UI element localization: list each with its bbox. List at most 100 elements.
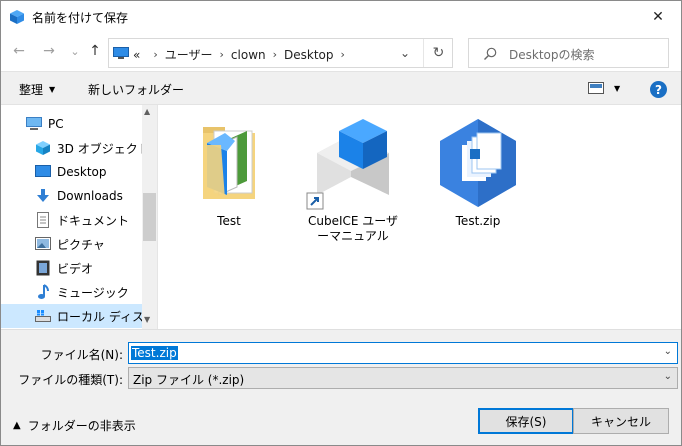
breadcrumb-separator-icon: › bbox=[219, 48, 224, 61]
documents-icon bbox=[35, 212, 51, 228]
hide-folders-label: フォルダーの非表示 bbox=[27, 419, 136, 433]
pc-icon bbox=[113, 47, 129, 59]
3d-objects-icon bbox=[35, 140, 51, 156]
local-disk-icon bbox=[35, 308, 51, 324]
cancel-button-label: キャンセル bbox=[590, 414, 651, 429]
sidebar-item-label: ミュージック bbox=[57, 285, 129, 300]
caret-down-icon: ▼ bbox=[49, 85, 56, 94]
sidebar-item-label: 3D オブジェクト bbox=[57, 141, 142, 156]
sidebar-item-local-disk[interactable]: ローカル ディスク (C bbox=[1, 304, 142, 328]
sidebar-item-desktop[interactable]: Desktop bbox=[1, 160, 142, 184]
sidebar-item-pc[interactable]: PC bbox=[1, 112, 142, 136]
sidebar-item-label: ドキュメント bbox=[57, 213, 130, 228]
save-form: ファイル名(N): Test.zip ⌄ ファイルの種類(T): Zip ファイ… bbox=[1, 329, 681, 445]
title-bar: 名前を付けて保存 ✕ bbox=[1, 1, 681, 32]
chevron-up-icon: ▲ bbox=[13, 420, 21, 431]
cancel-button[interactable]: キャンセル bbox=[573, 408, 669, 434]
zip-file-icon bbox=[440, 119, 516, 207]
scroll-down-icon[interactable]: ▼ bbox=[144, 315, 150, 324]
sidebar-item-label: ビデオ bbox=[57, 261, 94, 276]
forward-arrow-icon: → bbox=[43, 43, 55, 59]
view-icon bbox=[588, 82, 604, 94]
chevron-down-icon: ⌄ bbox=[663, 371, 672, 382]
folder-icon bbox=[203, 127, 255, 199]
cubeice-shortcut-icon bbox=[306, 119, 389, 210]
help-button[interactable]: ? bbox=[650, 81, 667, 98]
help-icon: ? bbox=[655, 82, 662, 97]
hide-folders-button[interactable]: ▲ フォルダーの非表示 bbox=[13, 417, 136, 434]
new-folder-button[interactable]: 新しいフォルダー bbox=[88, 81, 184, 98]
sidebar-item-videos[interactable]: ビデオ bbox=[1, 256, 142, 280]
videos-icon bbox=[35, 260, 51, 276]
sidebar-item-pictures[interactable]: ピクチャ bbox=[1, 232, 142, 256]
file-item-label: CubeICE ユーザーマニュアル bbox=[307, 214, 399, 243]
search-box[interactable]: Desktopの検索 bbox=[468, 38, 669, 68]
file-item-label: Test.zip bbox=[455, 214, 501, 228]
back-arrow-icon: ← bbox=[13, 43, 25, 59]
command-bar: 整理 ▼ 新しいフォルダー ▼ ? bbox=[1, 71, 681, 105]
breadcrumb-overflow[interactable]: « bbox=[133, 48, 140, 62]
save-as-dialog: 名前を付けて保存 ✕ ← → ⌄ ↑ « › ユーザー › clown › De… bbox=[0, 0, 682, 446]
sidebar-item-label: ピクチャ bbox=[57, 237, 105, 252]
organize-label: 整理 bbox=[19, 83, 44, 97]
sidebar-item-music[interactable]: ミュージック bbox=[1, 280, 142, 304]
up-arrow-icon: ↑ bbox=[89, 43, 101, 59]
save-button[interactable]: 保存(S) bbox=[478, 408, 574, 434]
chevron-down-icon: ⌄ bbox=[70, 44, 80, 58]
navigation-bar: ← → ⌄ ↑ « › ユーザー › clown › Desktop › ⌄ ↻… bbox=[1, 32, 681, 70]
sidebar-item-downloads[interactable]: Downloads bbox=[1, 184, 142, 208]
file-item-shortcut[interactable]: CubeICE ユーザーマニュアル bbox=[303, 115, 403, 244]
scroll-up-icon[interactable]: ▲ bbox=[144, 107, 150, 116]
filename-input[interactable]: Test.zip ⌄ bbox=[128, 342, 678, 364]
caret-down-icon: ▼ bbox=[614, 83, 621, 93]
file-item-label: Test bbox=[217, 214, 241, 228]
music-icon bbox=[35, 284, 51, 300]
filetype-label: ファイルの種類(T): bbox=[18, 373, 123, 387]
filetype-value: Zip ファイル (*.zip) bbox=[133, 373, 245, 387]
search-placeholder: Desktopの検索 bbox=[509, 48, 595, 62]
organize-menu-button[interactable]: 整理 ▼ bbox=[19, 81, 55, 98]
sidebar-item-label: ローカル ディスク (C bbox=[57, 309, 142, 324]
address-dropdown-icon[interactable]: ⌄ bbox=[400, 46, 410, 60]
refresh-button[interactable]: ↻ bbox=[423, 39, 453, 67]
sidebar-item-label: Downloads bbox=[57, 189, 123, 203]
breadcrumb: « › ユーザー › clown › Desktop › bbox=[133, 46, 352, 63]
breadcrumb-item-users[interactable]: ユーザー bbox=[165, 46, 213, 63]
pictures-icon bbox=[35, 236, 51, 252]
desktop-icon bbox=[35, 164, 51, 180]
breadcrumb-item-clown[interactable]: clown bbox=[231, 48, 266, 62]
breadcrumb-separator-icon: › bbox=[272, 48, 278, 61]
file-item-zip[interactable]: Test.zip bbox=[428, 115, 528, 229]
sidebar-item-label: Desktop bbox=[57, 165, 107, 179]
scrollbar-thumb[interactable] bbox=[143, 193, 156, 241]
refresh-icon: ↻ bbox=[432, 45, 445, 61]
breadcrumb-separator-icon: › bbox=[340, 48, 345, 61]
change-view-button[interactable]: ▼ bbox=[588, 82, 620, 94]
sidebar-item-3d-objects[interactable]: 3D オブジェクト bbox=[1, 136, 142, 160]
navigation-pane: PC 3D オブジェクト Desktop Downloads ドキュメント ピク… bbox=[1, 105, 157, 329]
cubeice-app-icon bbox=[10, 10, 24, 24]
sidebar-item-label: PC bbox=[48, 117, 64, 131]
filename-value: Test.zip bbox=[131, 346, 178, 360]
forward-button[interactable]: → bbox=[39, 41, 59, 61]
file-list: Test CubeICE ユーザーマニュアル Test.zip bbox=[158, 105, 681, 329]
breadcrumb-item-desktop[interactable]: Desktop bbox=[284, 48, 334, 62]
window-title: 名前を付けて保存 bbox=[32, 11, 129, 25]
pc-icon bbox=[26, 116, 42, 132]
file-item-folder[interactable]: Test bbox=[179, 115, 279, 229]
breadcrumb-separator-icon: › bbox=[153, 48, 158, 61]
close-button[interactable]: ✕ bbox=[635, 1, 681, 32]
chevron-down-icon[interactable]: ⌄ bbox=[664, 346, 672, 357]
address-bar[interactable]: « › ユーザー › clown › Desktop › ⌄ ↻ bbox=[108, 38, 453, 68]
close-icon: ✕ bbox=[652, 8, 664, 25]
sidebar-item-documents[interactable]: ドキュメント bbox=[1, 208, 142, 232]
navigation-pane-scrollbar[interactable]: ▲ ▼ bbox=[142, 105, 157, 329]
recent-locations-button[interactable]: ⌄ bbox=[65, 41, 85, 61]
filename-label: ファイル名(N): bbox=[40, 348, 123, 362]
back-button[interactable]: ← bbox=[9, 41, 29, 61]
save-button-label: 保存(S) bbox=[505, 414, 547, 429]
downloads-icon bbox=[35, 188, 51, 204]
filetype-select[interactable]: Zip ファイル (*.zip) ⌄ bbox=[128, 367, 678, 389]
search-icon bbox=[484, 47, 497, 60]
up-button[interactable]: ↑ bbox=[85, 41, 105, 61]
